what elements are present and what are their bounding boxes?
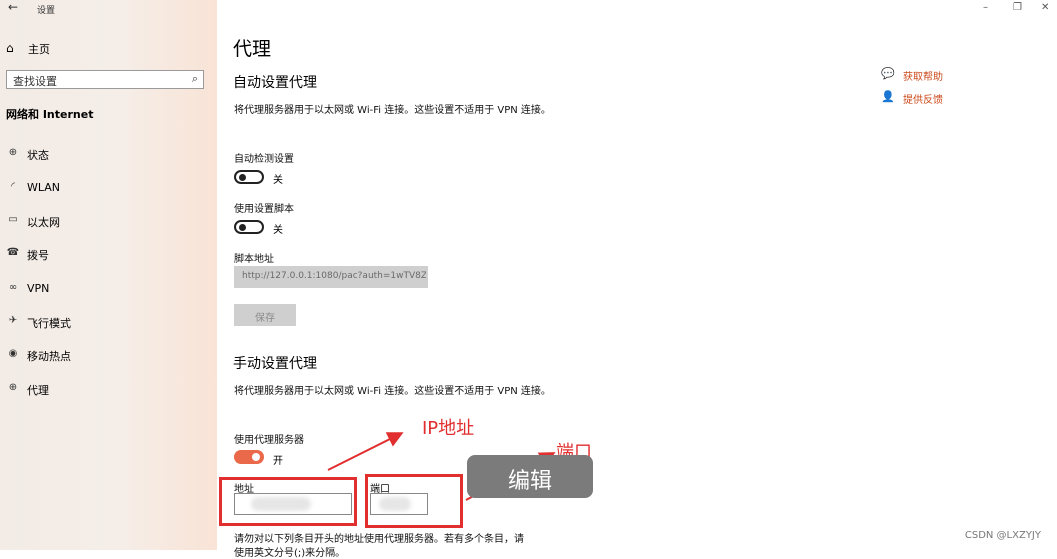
edit-annotation-label: 编辑	[507, 469, 552, 494]
watermark: CSDN @LXZYJY	[964, 530, 1041, 541]
ip-arrow	[327, 432, 404, 471]
edit-annotation-bubble: 编辑	[467, 455, 593, 498]
ip-annotation: IP地址	[422, 418, 475, 439]
